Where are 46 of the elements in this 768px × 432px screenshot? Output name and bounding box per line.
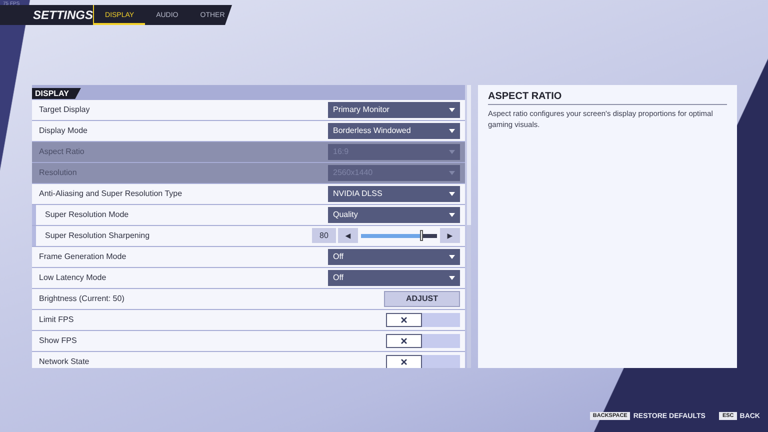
setting-label: Low Latency Mode [39,273,106,282]
dropdown-value: Primary Monitor [333,105,390,114]
dropdown[interactable]: Off [328,248,460,265]
section-title: DISPLAY [32,88,81,99]
dropdown-value: Off [333,273,344,282]
dropdown-value: Borderless Windowed [333,126,411,136]
caret-icon [449,276,455,280]
toggle-switch[interactable] [386,334,460,348]
setting-label: Super Resolution Sharpening [45,231,150,240]
setting-label: Super Resolution Mode [45,210,129,220]
setting-label: Frame Generation Mode [39,252,126,262]
caret-icon [449,192,455,196]
dropdown-value: Quality [333,210,358,220]
dropdown[interactable]: Off [328,270,460,286]
dropdown[interactable]: Borderless Windowed [328,122,460,139]
setting-label: Show FPS [39,336,77,346]
details-title: ASPECT RATIO [488,91,727,105]
toggle-switch[interactable] [386,354,460,368]
setting-label: Display Mode [39,126,88,136]
cross-icon [401,316,407,323]
caret-icon [449,150,455,154]
dropdown-value: Off [333,252,344,262]
slider-value: 80 [312,228,336,244]
setting-label: Aspect Ratio [39,147,84,156]
setting-label: Limit FPS [39,315,74,324]
settings-title: SETTINGS [33,8,94,22]
toggle-switch[interactable] [386,312,460,327]
adjust-button[interactable]: ADJUST [384,290,460,307]
dropdown[interactable]: NVIDIA DLSS [328,186,460,202]
setting-label: Anti-Aliasing and Super Resolution Type [39,189,182,198]
setting-label: Target Display [39,105,90,114]
cross-icon [401,338,407,344]
setting-label: Brightness (Current: 50) [39,294,124,304]
dropdown[interactable]: Primary Monitor [328,102,460,118]
cross-icon [401,358,407,365]
dropdown-value: NVIDIA DLSS [333,189,382,198]
setting-label: Network State [39,357,90,366]
caret-icon [449,128,455,133]
caret-icon [449,254,455,259]
slider-thumb[interactable] [420,230,423,241]
caret-icon [449,108,455,112]
setting-label: Resolution [39,168,77,178]
scrollbar[interactable] [467,85,471,368]
caret-icon [449,212,455,217]
caret-icon [449,170,455,175]
dropdown[interactable]: Quality [328,206,460,223]
